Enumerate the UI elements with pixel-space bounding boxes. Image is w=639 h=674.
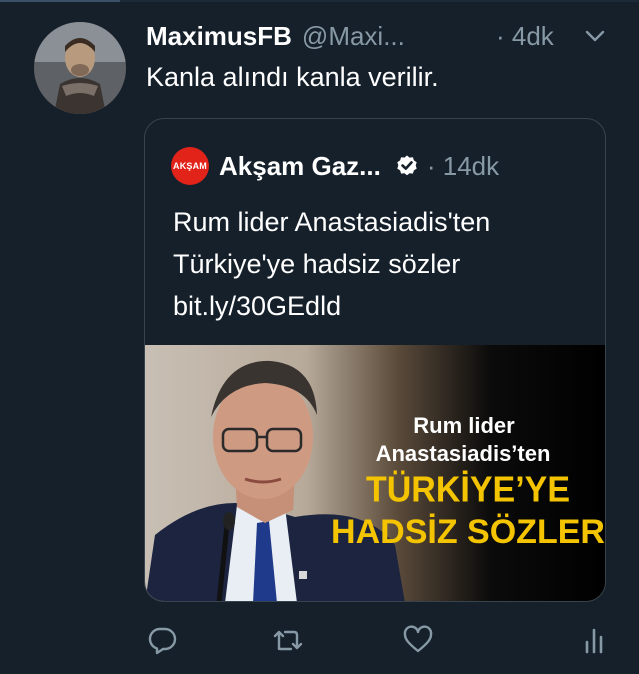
image-headline-line: HADSİZ SÖZLER bbox=[331, 513, 605, 551]
image-caption-line: Rum lider bbox=[413, 413, 515, 438]
quoted-text-line: Türkiye'ye hadsiz sözler bbox=[173, 249, 461, 279]
analytics-button[interactable] bbox=[578, 624, 610, 656]
quoted-display-name: Akşam Gaz... bbox=[219, 150, 381, 181]
retweet-icon bbox=[273, 630, 303, 651]
quoted-text-line: Rum lider Anastasiadis'ten bbox=[173, 207, 491, 237]
heart-icon bbox=[403, 625, 433, 653]
quoted-logo-text: AKŞAM bbox=[173, 161, 207, 171]
quoted-media-image[interactable]: Rum lider Anastasiadis’ten TÜRKİYE’YE HA… bbox=[145, 345, 605, 601]
retweet-button[interactable] bbox=[272, 624, 304, 656]
avatar-image bbox=[34, 22, 126, 114]
top-divider bbox=[0, 0, 639, 2]
reply-button[interactable] bbox=[146, 624, 178, 656]
tweet-header: MaximusFB @Maxi... · 4dk bbox=[146, 18, 616, 54]
quoted-tweet-card[interactable]: AKŞAM Akşam Gaz... · 14dk Rum lider Anas… bbox=[144, 118, 606, 602]
top-divider-accent bbox=[0, 0, 120, 2]
reply-icon bbox=[148, 627, 177, 655]
verified-badge-icon bbox=[397, 155, 417, 176]
quoted-timestamp: · 14dk bbox=[426, 150, 500, 181]
chevron-down-icon[interactable] bbox=[584, 28, 606, 44]
like-button[interactable] bbox=[402, 624, 434, 656]
tweet-timestamp[interactable]: · 4dk bbox=[496, 18, 554, 54]
image-caption-line: Anastasiadis’ten bbox=[375, 441, 551, 466]
quoted-tweet-text: Rum lider Anastasiadis'ten Türkiye'ye ha… bbox=[173, 201, 593, 327]
analytics-icon bbox=[585, 628, 603, 654]
quoted-avatar: AKŞAM bbox=[171, 147, 209, 185]
image-headline-line: TÜRKİYE’YE bbox=[365, 470, 571, 510]
avatar[interactable] bbox=[34, 22, 126, 114]
quoted-tweet-header: AKŞAM Akşam Gaz... · 14dk bbox=[171, 147, 499, 185]
quoted-link[interactable]: bit.ly/30GEdld bbox=[173, 285, 593, 327]
tweet-actions bbox=[0, 620, 639, 660]
tweet-text: Kanla alındı kanla verilir. bbox=[146, 62, 439, 92]
display-name[interactable]: MaximusFB bbox=[146, 21, 292, 52]
user-handle[interactable]: @Maxi... bbox=[302, 21, 405, 52]
